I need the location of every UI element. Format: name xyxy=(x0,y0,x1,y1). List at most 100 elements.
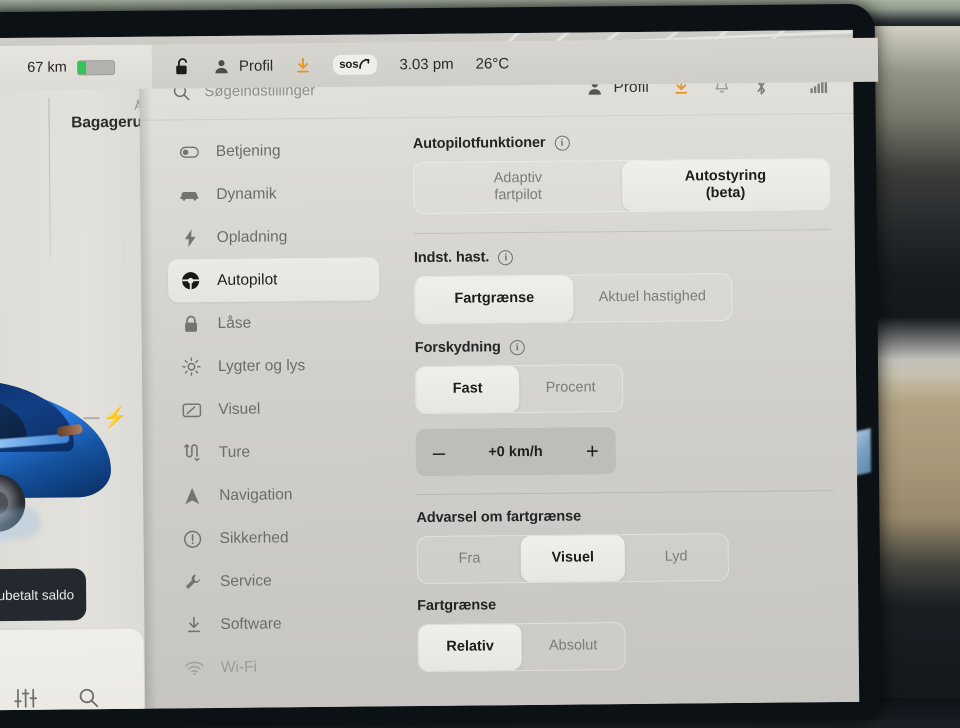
search-placeholder-text: Søgeindstillinger xyxy=(204,82,315,100)
segment-label-line1: Autostyring xyxy=(685,168,767,186)
sidebar-item-software[interactable]: Software xyxy=(171,601,382,646)
signal-network-label: LTE xyxy=(794,75,809,84)
group-title-text: Advarsel om fartgrænse xyxy=(416,508,581,526)
group-autopilotfunktioner: Autopilotfunktioner i Adaptiv fartpilot … xyxy=(413,114,831,234)
segment-autostyring-beta[interactable]: Autostyring (beta) xyxy=(622,159,830,211)
sidebar-item-label: Ture xyxy=(219,443,250,461)
segment-visuel[interactable]: Visuel xyxy=(521,535,625,582)
group-title-text: Indst. hast. xyxy=(414,249,489,266)
background-vehicle-interior xyxy=(872,0,960,720)
segment-relativ[interactable]: Relativ xyxy=(418,624,521,671)
segment-label: Fast xyxy=(453,381,483,398)
download-icon xyxy=(183,616,203,634)
offset-value: +0 km/h xyxy=(488,443,543,460)
sidebar-item-ture[interactable]: Ture xyxy=(170,429,381,474)
person-icon xyxy=(586,79,603,96)
sidebar-item-label: Betjening xyxy=(216,142,281,161)
segment-aktuel-hastighed[interactable]: Aktuel hastighed xyxy=(573,274,731,322)
bottom-quick-actions-card xyxy=(0,629,145,710)
speed-limit-type-segmented-control: Relativ Absolut xyxy=(417,622,625,672)
segment-label: Fartgrænse xyxy=(454,290,534,308)
sidebar-item-label: Autopilot xyxy=(217,271,277,290)
segment-label: Relativ xyxy=(446,639,494,657)
cellular-signal-icon: LTE xyxy=(794,78,828,93)
info-icon[interactable]: i xyxy=(554,135,569,150)
search-field[interactable]: Søgeindstillinger xyxy=(139,79,586,101)
group-advarsel-om-fartgraense: Advarsel om fartgrænse Fra Visuel Lyd xyxy=(416,491,834,584)
group-title-text: Fartgrænse xyxy=(417,597,496,614)
bluetooth-icon[interactable] xyxy=(755,77,769,95)
alert-circle-icon xyxy=(183,530,203,548)
settings-header-row: Søgeindstillinger Profil xyxy=(139,58,854,121)
settings-panel: Søgeindstillinger Profil xyxy=(139,58,859,709)
segment-fast[interactable]: Fast xyxy=(416,366,519,413)
profile-label: Profil xyxy=(613,78,648,96)
segment-fra[interactable]: Fra xyxy=(418,536,522,583)
info-icon[interactable]: i xyxy=(498,250,513,265)
notification-bell-icon[interactable] xyxy=(715,78,730,95)
sidebar-item-label: Software xyxy=(220,615,281,634)
unpaid-balance-text: ubetalt saldo xyxy=(0,587,74,603)
speed-limit-warning-segmented-control: Fra Visuel Lyd xyxy=(417,533,729,584)
segment-label: Visuel xyxy=(552,550,595,568)
sidebar-item-visuel[interactable]: Visuel xyxy=(169,386,380,431)
sidebar-item-label: Opladning xyxy=(217,228,288,247)
touchscreen-display: Åbn Bagagerum ⚡ xyxy=(0,30,859,710)
trips-route-icon xyxy=(182,444,202,461)
car-icon xyxy=(179,188,199,201)
profile-button[interactable]: Profil xyxy=(586,78,648,97)
segment-label: Absolut xyxy=(549,638,598,656)
controls-sliders-icon[interactable] xyxy=(14,688,37,709)
group-title: Fartgrænse xyxy=(417,594,834,614)
wifi-icon xyxy=(184,661,204,675)
sidebar-item-label: Lygter og lys xyxy=(218,357,305,376)
sidebar-item-navigation[interactable]: Navigation xyxy=(170,472,381,517)
navigation-arrow-icon xyxy=(182,487,202,505)
segment-label-line1: Adaptiv xyxy=(494,170,543,188)
bolt-icon xyxy=(180,229,200,247)
group-title-text: Autopilotfunktioner xyxy=(413,135,546,152)
wrench-icon xyxy=(183,573,203,591)
segment-label: Aktuel hastighed xyxy=(599,289,706,307)
sidebar-item-lygter-og-lys[interactable]: Lygter og lys xyxy=(169,343,380,388)
group-indst-hast: Indst. hast. i Fartgrænse Aktuel hastigh… xyxy=(414,230,832,324)
group-forskydning: Forskydning i Fast Procent – +0 km/h + xyxy=(415,320,834,495)
segment-label-line2: fartpilot xyxy=(494,187,543,205)
sidebar-item-service[interactable]: Service xyxy=(171,558,382,603)
sidebar-item-wifi[interactable]: Wi-Fi xyxy=(172,644,383,689)
group-title-text: Forskydning xyxy=(415,339,501,356)
display-icon xyxy=(181,402,201,418)
sidebar-item-opladning[interactable]: Opladning xyxy=(168,214,379,259)
segment-procent[interactable]: Procent xyxy=(519,365,622,412)
map-roads-decor xyxy=(477,30,857,62)
sidebar-item-label: Dynamik xyxy=(216,185,276,204)
search-icon[interactable] xyxy=(78,687,99,708)
car-reflection xyxy=(0,505,43,557)
sidebar-item-label: Service xyxy=(220,572,272,590)
segment-adaptiv-fartpilot[interactable]: Adaptiv fartpilot xyxy=(414,161,622,213)
segment-lyd[interactable]: Lyd xyxy=(624,534,728,581)
segment-absolut[interactable]: Absolut xyxy=(521,623,624,670)
segment-label: Fra xyxy=(459,551,481,568)
info-icon[interactable]: i xyxy=(510,340,525,355)
sidebar-item-betjening[interactable]: Betjening xyxy=(167,128,378,173)
sidebar-item-sikkerhed[interactable]: Sikkerhed xyxy=(170,515,381,560)
car-render xyxy=(0,365,152,558)
sidebar-item-laase[interactable]: Låse xyxy=(168,300,379,345)
segment-fartgraense[interactable]: Fartgrænse xyxy=(415,276,573,324)
sun-light-icon xyxy=(181,357,201,376)
group-title: Forskydning i xyxy=(415,336,832,356)
autopilot-mode-segmented-control: Adaptiv fartpilot Autostyring (beta) xyxy=(413,158,830,214)
padlock-icon xyxy=(180,315,200,333)
charging-bolt-icon[interactable]: ⚡ xyxy=(102,405,127,430)
unpaid-balance-toast[interactable]: ubetalt saldo xyxy=(0,568,86,621)
search-icon xyxy=(172,83,190,101)
offset-decrease-button[interactable]: – xyxy=(433,441,445,463)
sidebar-item-autopilot[interactable]: Autopilot xyxy=(168,257,379,302)
sidebar-item-dynamik[interactable]: Dynamik xyxy=(167,171,378,216)
download-icon[interactable] xyxy=(674,78,690,95)
steering-wheel-icon xyxy=(180,271,200,290)
offset-increase-button[interactable]: + xyxy=(586,440,599,462)
segment-label-line2: (beta) xyxy=(685,185,767,203)
segment-label: Lyd xyxy=(665,549,688,566)
